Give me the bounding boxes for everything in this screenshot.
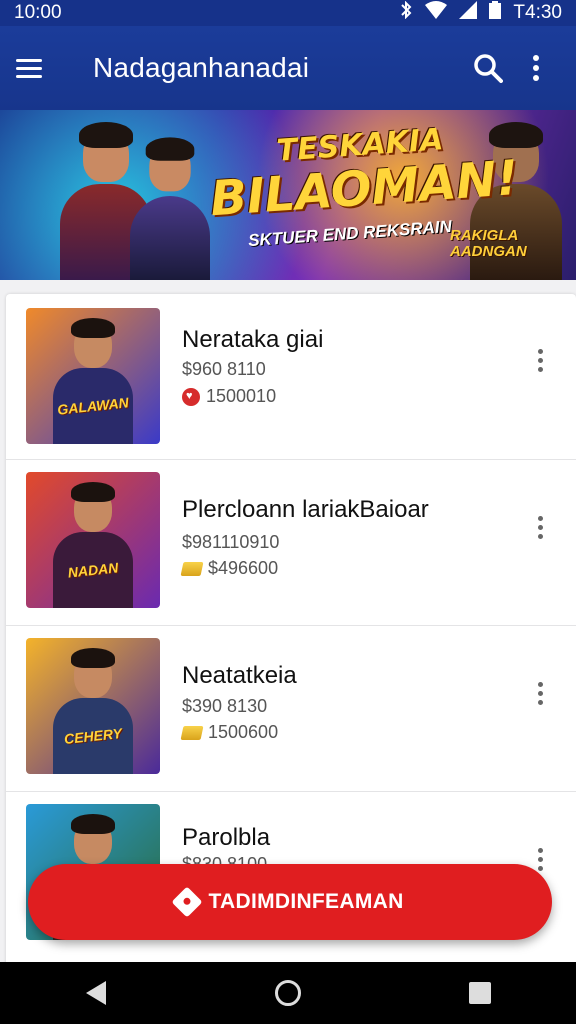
battery-icon	[489, 1, 502, 25]
item-price: $981110910	[182, 532, 280, 552]
search-icon	[474, 54, 503, 83]
list-item[interactable]: NADAN Plercloann lariakBaioar $981110910…	[6, 460, 576, 626]
recents-icon	[469, 982, 491, 1004]
system-nav-bar	[0, 962, 576, 1024]
item-more-button[interactable]	[530, 343, 550, 377]
tag-icon	[171, 886, 203, 918]
bluetooth-icon	[399, 0, 413, 25]
gold-bar-icon	[180, 725, 204, 740]
status-time-right: T4:30	[513, 2, 562, 23]
home-icon	[275, 980, 301, 1006]
search-button[interactable]	[464, 44, 512, 92]
item-title: Parolbla	[182, 824, 271, 851]
item-more-button[interactable]	[530, 676, 550, 710]
app-bar: Nadaganhanadai	[0, 26, 576, 110]
signal-icon	[459, 1, 478, 25]
item-title: Neatatkeia	[182, 662, 297, 689]
gold-bar-icon	[180, 561, 204, 576]
banner-hero-center	[130, 137, 210, 280]
home-button[interactable]	[258, 968, 318, 1018]
item-price: $960 8110	[182, 359, 266, 379]
cta-label: TADIMDINFEAMAN	[208, 890, 404, 913]
item-subtitle: 1500010	[182, 386, 276, 407]
app-title: Nadaganhanadai	[93, 52, 310, 83]
banner-title: TESKAKIA BILAOMAN!	[208, 122, 521, 228]
recents-button[interactable]	[450, 968, 510, 1018]
back-icon	[86, 981, 106, 1005]
item-title: Plercloann lariakBaioar	[182, 496, 429, 523]
status-bar: 10:00 T4:30	[0, 0, 576, 26]
item-subtitle: 1500600	[180, 722, 278, 743]
status-icons: T4:30	[399, 0, 562, 25]
promo-banner[interactable]: TESKAKIA BILAOMAN! SKTUER END REKSRAIN R…	[0, 110, 576, 280]
more-options-button[interactable]	[512, 44, 560, 92]
cta-button[interactable]: TADIMDINFEAMAN	[28, 864, 552, 940]
list-item[interactable]: GALAWAN Nerataka giai $960 8110 1500010	[6, 294, 576, 460]
game-thumbnail: CEHERY	[26, 638, 160, 774]
list-item[interactable]: CEHERY Neatatkeia $390 8130 1500600	[6, 626, 576, 792]
hamburger-icon	[16, 58, 42, 62]
item-more-button[interactable]	[530, 510, 550, 544]
banner-badge: RAKIGLA AADNGAN	[450, 227, 527, 260]
wifi-icon	[425, 1, 448, 25]
menu-button[interactable]	[16, 47, 58, 89]
status-time: 10:00	[14, 2, 62, 23]
back-button[interactable]	[66, 968, 126, 1018]
heart-badge-icon	[182, 387, 200, 406]
game-thumbnail: GALAWAN	[26, 308, 160, 444]
more-vert-icon	[533, 55, 539, 81]
game-thumbnail: NADAN	[26, 472, 160, 608]
item-subtitle: $496600	[180, 558, 278, 579]
item-price: $390 8130	[182, 696, 268, 716]
item-title: Nerataka giai	[182, 326, 324, 353]
